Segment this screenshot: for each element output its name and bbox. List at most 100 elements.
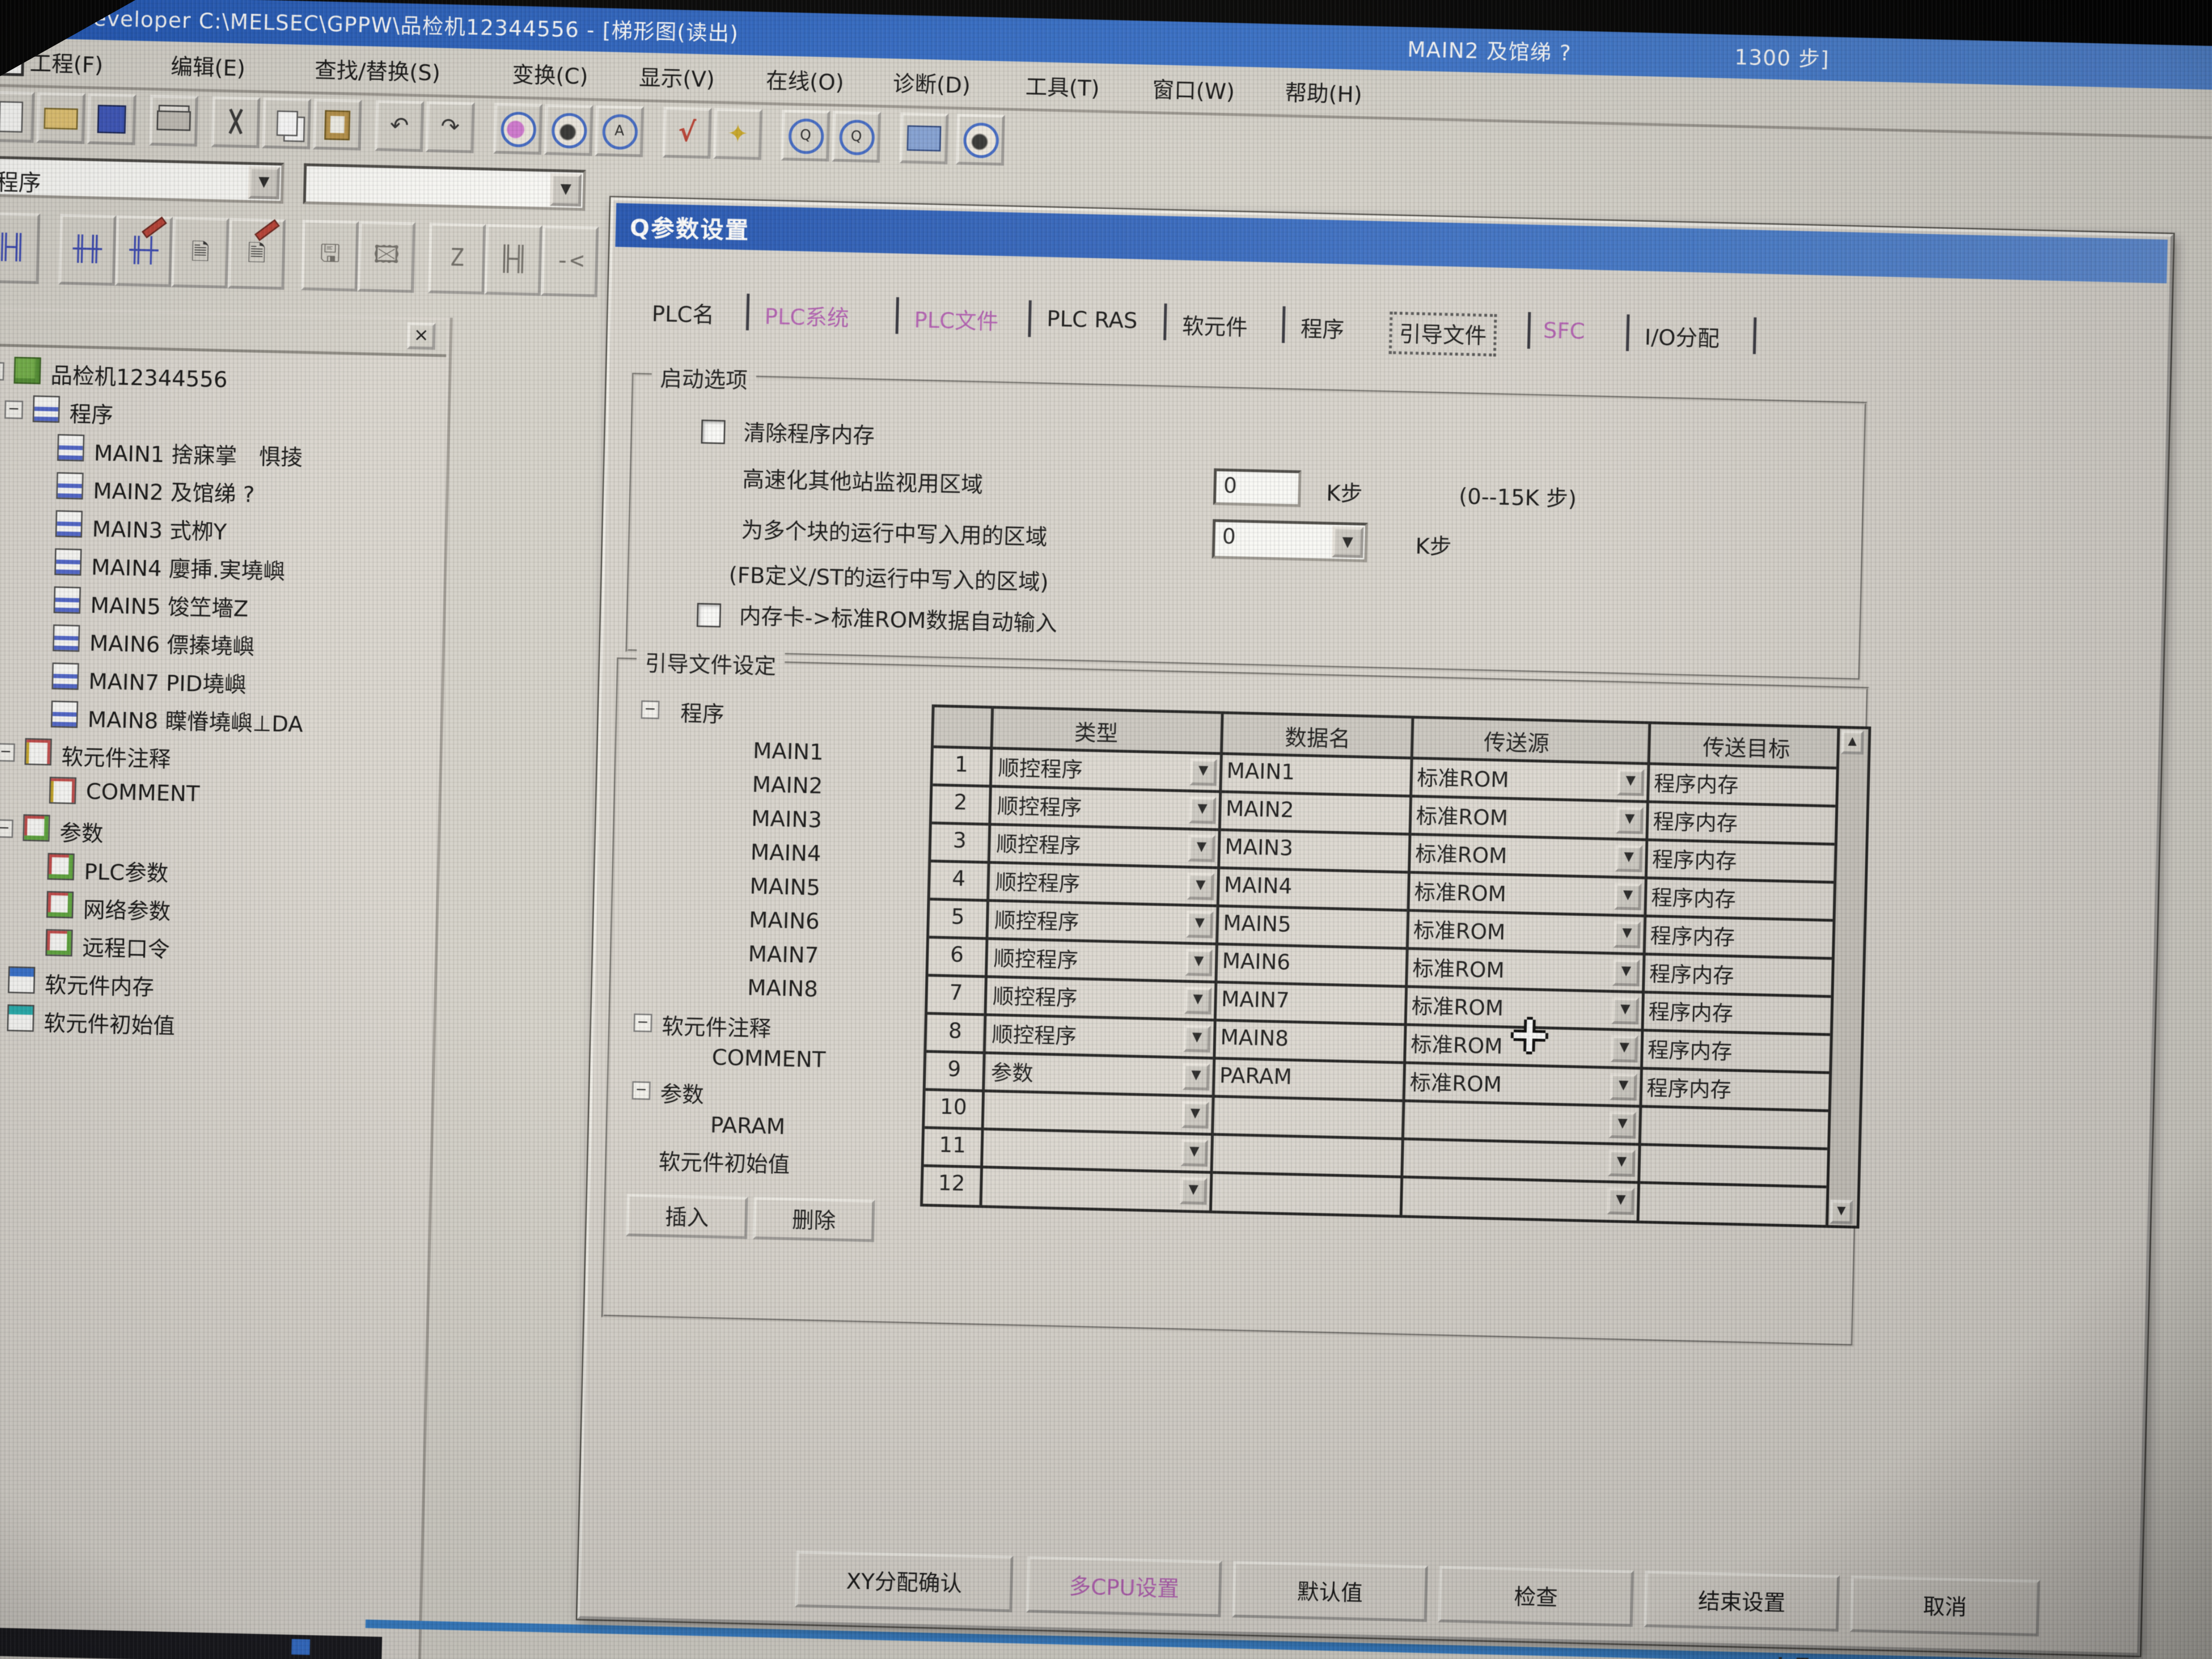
scroll-down-icon[interactable]: ▼ [1830, 1199, 1853, 1224]
check-button[interactable]: 检查 [1438, 1566, 1634, 1627]
collapse-icon[interactable]: − [4, 400, 23, 419]
bf-tree-program[interactable]: 程序 [680, 697, 724, 729]
bf-tree-main6[interactable]: MAIN6 [749, 907, 820, 935]
dropdown-icon[interactable]: ▼ [1610, 1073, 1637, 1101]
program-check-button[interactable] [493, 103, 542, 155]
tab-device[interactable]: 软元件 [1175, 306, 1255, 345]
bf-tree-comment-group[interactable]: 软元件注释 [661, 1010, 771, 1044]
dropdown-icon[interactable]: ▼ [1184, 987, 1212, 1015]
bf-tree-param[interactable]: PARAM [710, 1113, 785, 1140]
ladder-monitor-button[interactable] [544, 104, 593, 156]
tree-item-comment-group[interactable]: 软元件注释 [61, 740, 171, 774]
menu-view[interactable]: 显示(V) [639, 61, 715, 93]
dropdown-icon[interactable]: ▼ [1611, 997, 1639, 1025]
bf-tree-main1[interactable]: MAIN1 [753, 738, 824, 765]
dropdown-icon[interactable]: ▼ [1187, 873, 1214, 900]
dropdown-icon[interactable]: ▼ [1189, 796, 1217, 824]
tree-item-main5[interactable]: MAIN5 馂笁墻Z [90, 588, 249, 623]
dropdown-icon[interactable]: ▼ [1613, 921, 1641, 948]
tree-item-main2[interactable]: MAIN2 及馆绨 ? [93, 474, 255, 509]
scroll-up-icon[interactable]: ▲ [1841, 730, 1864, 754]
collapse-icon[interactable]: − [0, 819, 13, 838]
tab-boot-file[interactable]: 引导文件 [1389, 312, 1497, 357]
tab-sfc[interactable]: SFC [1536, 315, 1592, 347]
collapse-icon[interactable]: − [641, 700, 660, 719]
program-star-button[interactable]: ✦ [713, 108, 763, 160]
dropdown-icon[interactable]: ▼ [1608, 1149, 1636, 1177]
screen-button[interactable] [899, 112, 948, 164]
menu-window[interactable]: 窗口(W) [1152, 73, 1235, 106]
tab-plc-system[interactable]: PLC系统 [757, 297, 857, 336]
tab-program[interactable]: 程序 [1293, 309, 1352, 347]
find-contact-button[interactable]: 🖫 [301, 220, 359, 291]
bf-tree-main8[interactable]: MAIN8 [747, 975, 818, 1003]
dropdown-icon[interactable]: ▼ [1609, 1111, 1636, 1139]
tree-item-main3[interactable]: MAIN3 式栁Y [92, 513, 227, 547]
default-button[interactable]: 默认值 [1232, 1561, 1428, 1622]
undo-button[interactable]: ↶ [375, 100, 424, 152]
tree-item-program-group[interactable]: 程序 [69, 398, 113, 430]
dropdown-icon[interactable]: ▼ [1611, 1035, 1639, 1063]
close-icon[interactable]: × [407, 322, 436, 350]
bf-tree-main7[interactable]: MAIN7 [748, 941, 819, 968]
dropdown-icon[interactable]: ▼ [1190, 759, 1217, 786]
line-insert-button[interactable]: Z [428, 223, 486, 295]
chevron-down-icon[interactable]: ▼ [1332, 526, 1363, 557]
redo-button[interactable]: ↷ [426, 101, 475, 153]
cut-button[interactable] [211, 96, 260, 148]
dropdown-icon[interactable]: ▼ [1181, 1139, 1208, 1167]
tree-item-param-group[interactable]: 参数 [59, 816, 103, 848]
dropdown-icon[interactable]: ▼ [1185, 949, 1213, 977]
bf-tree-param-group[interactable]: 参数 [660, 1078, 704, 1110]
insert-button[interactable]: 插入 [626, 1194, 748, 1239]
tree-item-network-param[interactable]: 网络参数 [83, 893, 171, 926]
write-check-button[interactable]: √ [662, 107, 712, 159]
bf-tree-main3[interactable]: MAIN3 [751, 806, 822, 833]
dropdown-icon[interactable]: ▼ [1186, 911, 1214, 938]
xy-assign-confirm-button[interactable]: XY分配确认 [795, 1551, 1013, 1612]
help-search-button[interactable] [956, 114, 1005, 166]
dropdown-icon[interactable]: ▼ [1182, 1063, 1210, 1091]
zoom-q2-button[interactable]: Q [832, 111, 881, 163]
tree-item-comment[interactable]: COMMENT [86, 779, 200, 807]
bf-tree-main2[interactable]: MAIN2 [752, 772, 823, 799]
menu-online[interactable]: 在线(O) [765, 64, 844, 97]
bf-tree-device-init[interactable]: 软元件初始值 [658, 1145, 790, 1180]
dropdown-icon[interactable]: ▼ [1616, 807, 1644, 834]
menu-find-replace[interactable]: 查找/替换(S) [314, 54, 441, 87]
dropdown-icon[interactable]: ▼ [1183, 1025, 1211, 1053]
bf-tree-main5[interactable]: MAIN5 [749, 874, 821, 901]
tree-item-plc-param[interactable]: PLC参数 [84, 855, 169, 888]
dropdown-icon[interactable]: ▼ [1180, 1177, 1207, 1205]
dropdown-icon[interactable]: ▼ [1615, 844, 1643, 872]
bf-tree-comment[interactable]: COMMENT [712, 1045, 826, 1073]
logic-test-button[interactable]: ╟╢ [0, 212, 40, 284]
tree-panel-header[interactable]: × [0, 309, 447, 357]
tree-item-main1[interactable]: MAIN1 捨寐掌 惧掕 [93, 436, 303, 472]
highspeed-input[interactable]: 0 [1213, 468, 1302, 507]
tree-item-project-root[interactable]: 品检机12344556 [50, 359, 228, 394]
paste-button[interactable] [313, 98, 362, 150]
collapse-icon[interactable]: − [0, 743, 15, 762]
chevron-down-icon[interactable]: ▼ [550, 173, 581, 206]
multiblock-select[interactable]: 0▼ [1212, 519, 1368, 562]
collapse-icon[interactable]: − [633, 1014, 652, 1032]
menu-tools[interactable]: 工具(T) [1025, 70, 1100, 103]
print-button[interactable] [149, 95, 199, 147]
tree-item-main6[interactable]: MAIN6 僄搸墝嶼 [89, 627, 255, 661]
tree-item-device-memory[interactable]: 软元件内存 [44, 968, 154, 1002]
ladder-edit-button[interactable]: ╫┼ [115, 215, 173, 287]
open-button[interactable] [36, 92, 86, 144]
tree-item-main4[interactable]: MAIN4 廮挿.実墝嶼 [91, 551, 285, 586]
menu-diagnostics[interactable]: 诊断(D) [893, 67, 971, 100]
collapse-icon[interactable]: − [0, 362, 4, 380]
tree-item-device-init[interactable]: 软元件初始值 [44, 1006, 176, 1041]
tree-item-main8[interactable]: MAIN8 瞸慻墝嶼⊥DA [87, 703, 304, 739]
save-button[interactable] [87, 93, 137, 145]
find-coil-button[interactable]: 🖾 [357, 221, 415, 293]
tree-item-remote-password[interactable]: 远程口令 [82, 931, 170, 964]
device-search-button[interactable]: A [595, 105, 644, 157]
rung-insert-button[interactable]: ╟╢ [484, 224, 542, 296]
menu-convert[interactable]: 变换(C) [512, 58, 588, 91]
menu-edit[interactable]: 编辑(E) [170, 50, 246, 83]
